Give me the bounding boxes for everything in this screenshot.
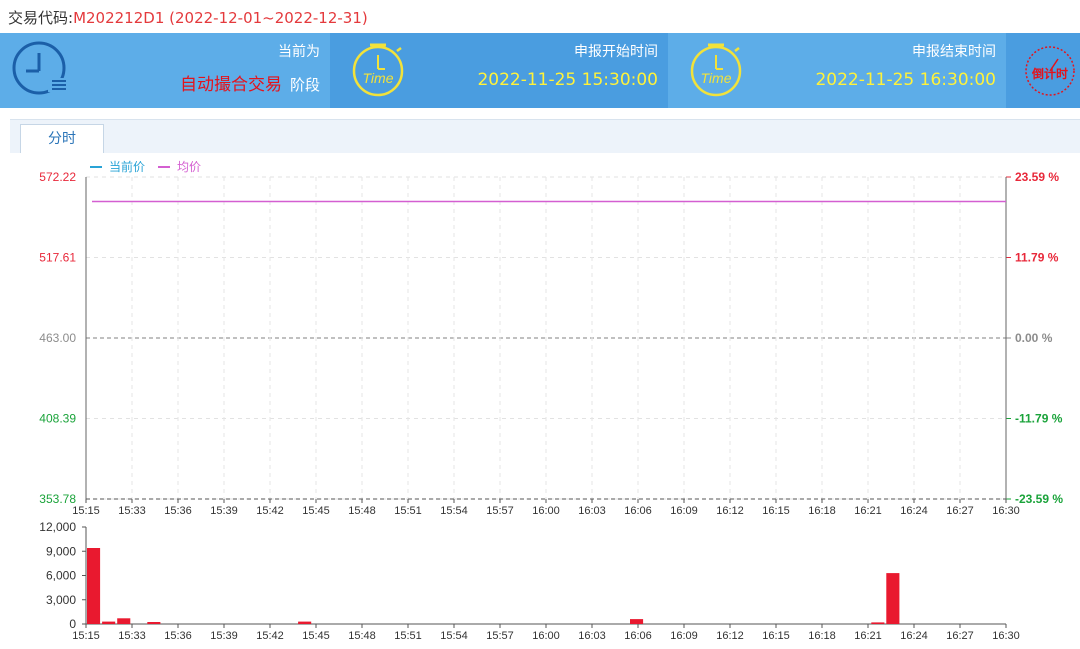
x-tick-label: 16:00 <box>532 505 560 517</box>
phase-label: 当前为 <box>278 44 320 60</box>
volume-bar <box>102 621 116 624</box>
chart-tab-bar: 分时 <box>10 119 1080 153</box>
phase-value: 自动撮合交易 <box>179 75 282 95</box>
end-time-panel: Time 申报结束时间 2022-11-25 16:30:00 <box>668 33 1006 108</box>
volume-x-tick-label: 16:18 <box>808 630 836 642</box>
x-tick-label: 16:15 <box>762 505 790 517</box>
phase-value-row: 自动撮合交易 阶段 <box>180 70 320 95</box>
volume-x-tick-label: 15:45 <box>302 630 330 642</box>
svg-text:Time: Time <box>363 70 394 86</box>
x-tick-label: 16:18 <box>808 505 836 517</box>
countdown-panel: 倒计时 <box>1006 33 1080 108</box>
volume-tick-label: 3,000 <box>46 593 76 607</box>
x-tick-label: 15:36 <box>164 505 192 517</box>
volume-x-tick-label: 16:15 <box>762 630 790 642</box>
x-tick-label: 15:51 <box>394 505 422 517</box>
volume-tick-label: 0 <box>69 617 76 631</box>
x-tick-label: 16:27 <box>946 505 974 517</box>
clock-time-icon: Time <box>690 43 742 97</box>
svg-text:Time: Time <box>701 70 732 86</box>
price-tick-label: 463.00 <box>39 331 76 345</box>
clock-list-icon <box>12 41 68 95</box>
percent-tick-label: 0.00 % <box>1015 331 1053 345</box>
phase-suffix: 阶段 <box>289 76 320 94</box>
volume-x-tick-label: 16:09 <box>670 630 698 642</box>
volume-x-tick-label: 16:03 <box>578 630 606 642</box>
x-tick-label: 15:57 <box>486 505 514 517</box>
x-tick-label: 16:09 <box>670 505 698 517</box>
volume-x-tick-label: 15:42 <box>256 630 284 642</box>
x-tick-label: 16:03 <box>578 505 606 517</box>
x-tick-label: 16:24 <box>900 505 928 517</box>
volume-bar <box>117 618 131 624</box>
start-time-value: 2022-11-25 15:30:00 <box>477 70 658 90</box>
volume-x-tick-label: 16:24 <box>900 630 928 642</box>
end-time-label: 申报结束时间 <box>912 44 996 60</box>
title-bar: 交易代码:M202212D1 (2022-12-01~2022-12-31) <box>0 0 1080 33</box>
price-tick-label: 517.61 <box>39 251 76 265</box>
volume-bar <box>87 548 101 624</box>
legend-label: 均价 <box>177 160 201 174</box>
clock-time-icon: Time <box>352 43 404 97</box>
percent-tick-label: -23.59 % <box>1015 492 1063 506</box>
price-tick-label: 408.39 <box>39 412 76 426</box>
trade-code-label: 交易代码:M202212D1 (2022-12-01~2022-12-31) <box>8 9 368 27</box>
volume-bar <box>147 622 161 624</box>
percent-tick-label: 11.79 % <box>1015 251 1059 265</box>
tab-intraday[interactable]: 分时 <box>20 124 104 153</box>
price-tick-label: 572.22 <box>39 170 76 184</box>
volume-x-tick-label: 15:54 <box>440 630 468 642</box>
volume-tick-label: 9,000 <box>46 544 76 558</box>
volume-x-tick-label: 15:36 <box>164 630 192 642</box>
volume-bar <box>886 573 900 624</box>
percent-tick-label: -11.79 % <box>1015 412 1063 426</box>
x-tick-label: 16:30 <box>992 505 1020 517</box>
legend-label: 当前价 <box>109 159 145 174</box>
status-banner: 当前为 自动撮合交易 阶段 Time 申报开始时间 2022-11-25 15:3… <box>0 33 1080 108</box>
volume-x-tick-label: 15:15 <box>72 630 100 642</box>
volume-x-tick-label: 15:48 <box>348 630 376 642</box>
volume-x-tick-label: 16:30 <box>992 630 1020 642</box>
volume-bar <box>871 622 885 624</box>
volume-bar <box>630 619 644 624</box>
x-tick-label: 15:42 <box>256 505 284 517</box>
phase-panel: 当前为 自动撮合交易 阶段 <box>0 33 330 108</box>
x-tick-label: 16:21 <box>854 505 882 517</box>
x-tick-label: 15:54 <box>440 505 468 517</box>
start-time-panel: Time 申报开始时间 2022-11-25 15:30:00 <box>330 33 668 108</box>
volume-x-tick-label: 15:51 <box>394 630 422 642</box>
x-tick-label: 15:48 <box>348 505 376 517</box>
volume-tick-label: 6,000 <box>46 569 76 583</box>
volume-x-tick-label: 16:12 <box>716 630 744 642</box>
price-tick-label: 353.78 <box>39 492 76 506</box>
volume-tick-label: 12,000 <box>39 520 76 534</box>
x-tick-label: 16:12 <box>716 505 744 517</box>
x-tick-label: 15:45 <box>302 505 330 517</box>
x-tick-label: 15:33 <box>118 505 146 517</box>
volume-bar <box>298 621 312 624</box>
stopwatch-icon: 倒计时 <box>1025 46 1075 96</box>
volume-x-tick-label: 16:06 <box>624 630 652 642</box>
x-tick-label: 15:15 <box>72 505 100 517</box>
trade-code: M202212D1 (2022-12-01~2022-12-31) <box>73 9 368 27</box>
end-time-value: 2022-11-25 16:30:00 <box>815 70 996 90</box>
percent-tick-label: 23.59 % <box>1015 170 1059 184</box>
volume-x-tick-label: 15:57 <box>486 630 514 642</box>
volume-x-tick-label: 15:33 <box>118 630 146 642</box>
start-time-label: 申报开始时间 <box>574 44 658 60</box>
x-tick-label: 16:06 <box>624 505 652 517</box>
volume-x-tick-label: 15:39 <box>210 630 238 642</box>
x-tick-label: 15:39 <box>210 505 238 517</box>
volume-x-tick-label: 16:27 <box>946 630 974 642</box>
intraday-chart: 当前价 均价 572.22 23.59 % 517.61 11.79 % 463.00 0.0… <box>39 159 1063 642</box>
volume-x-tick-label: 16:00 <box>532 630 560 642</box>
countdown-label: 倒计时 <box>1031 66 1068 81</box>
volume-x-tick-label: 16:21 <box>854 630 882 642</box>
